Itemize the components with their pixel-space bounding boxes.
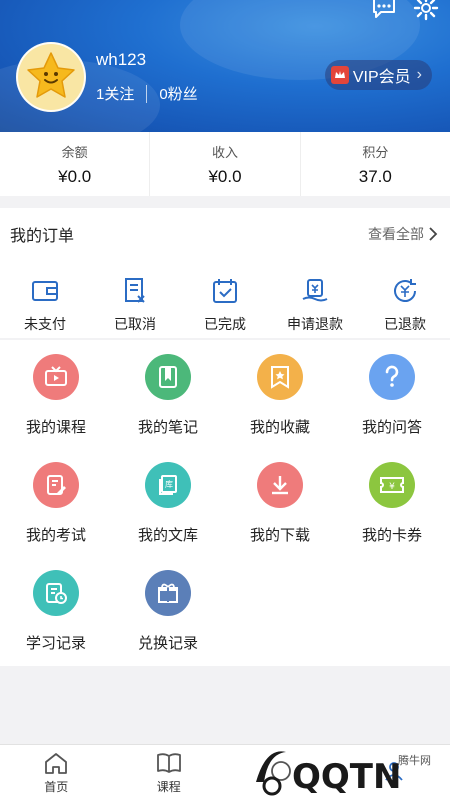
watermark-small-text: 腾牛网 xyxy=(398,755,431,767)
grid-item-my-library[interactable]: 库 我的文库 xyxy=(112,462,224,545)
chevron-right-icon xyxy=(429,227,438,241)
order-label: 已退款 xyxy=(384,316,426,332)
fans-count[interactable]: 0粉丝 xyxy=(159,83,197,104)
username: wh123 xyxy=(96,50,147,69)
grid-item-my-exams[interactable]: 我的考试 xyxy=(0,462,112,545)
download-icon xyxy=(257,462,303,508)
grid-item-my-favorites[interactable]: 我的收藏 xyxy=(224,354,336,437)
orders-title: 我的订单 xyxy=(10,228,75,245)
cancelled-icon xyxy=(120,276,150,306)
order-refunded[interactable]: 已退款 xyxy=(360,276,450,334)
refunded-icon xyxy=(390,276,420,306)
stat-label: 收入 xyxy=(211,144,238,160)
nav-home[interactable]: 首页 xyxy=(0,745,113,800)
gift-icon xyxy=(145,570,191,616)
stat-value: ¥0.0 xyxy=(208,166,242,186)
order-label: 申请退款 xyxy=(287,316,343,332)
orders-header: 我的订单 查看全部 xyxy=(0,208,450,260)
grid-label: 我的卡券 xyxy=(361,527,422,544)
stat-label: 积分 xyxy=(362,144,389,160)
order-cancelled[interactable]: 已取消 xyxy=(90,276,180,334)
order-completed[interactable]: 已完成 xyxy=(180,276,270,334)
notes-icon xyxy=(145,354,191,400)
header-actions xyxy=(370,0,440,22)
exam-icon xyxy=(33,462,79,508)
wallet-icon xyxy=(30,276,60,306)
grid-label: 我的下载 xyxy=(249,527,310,544)
discover-icon xyxy=(267,759,295,783)
star-avatar-icon xyxy=(27,52,75,98)
avatar[interactable] xyxy=(16,42,86,112)
order-unpaid[interactable]: 未支付 xyxy=(0,276,90,334)
stat-points[interactable]: 积分 37.0 xyxy=(301,132,450,196)
completed-icon xyxy=(210,276,240,306)
book-icon xyxy=(155,751,183,775)
grid-label: 兑换记录 xyxy=(137,635,198,652)
question-icon xyxy=(369,354,415,400)
order-status-row: 未支付 已取消 已完成 申请退款 已退款 xyxy=(0,260,450,334)
stat-value: ¥0.0 xyxy=(58,166,92,186)
vip-label: VIP会员 xyxy=(352,69,411,86)
grid-label: 我的文库 xyxy=(137,527,198,544)
stat-income[interactable]: 收入 ¥0.0 xyxy=(150,132,301,196)
bottom-navigation: 首页 课程 xyxy=(0,744,450,800)
stat-balance[interactable]: 余额 ¥0.0 xyxy=(0,132,151,196)
divider xyxy=(146,84,148,103)
svg-text:¥: ¥ xyxy=(389,482,395,492)
stat-label: 余额 xyxy=(61,144,88,160)
profile-header: wh123 1关注 0粉丝 VIP会员 › xyxy=(0,0,450,132)
grid-item-my-coupons[interactable]: ¥ 我的卡券 xyxy=(336,462,448,545)
grid-item-redeem-records[interactable]: 兑换记录 xyxy=(112,570,224,653)
grid-item-my-courses[interactable]: 我的课程 xyxy=(0,354,112,437)
grid-item-my-notes[interactable]: 我的笔记 xyxy=(112,354,224,437)
message-icon[interactable] xyxy=(370,0,398,22)
account-stats: 余额 ¥0.0 收入 ¥0.0 积分 37.0 xyxy=(0,132,450,196)
following-count[interactable]: 1关注 xyxy=(96,83,134,104)
grid-item-study-records[interactable]: 学习记录 xyxy=(0,570,112,653)
library-icon: 库 xyxy=(145,462,191,508)
grid-label: 学习记录 xyxy=(25,635,86,652)
coupon-icon: ¥ xyxy=(369,462,415,508)
settings-gear-icon[interactable] xyxy=(412,0,440,22)
grid-item-my-downloads[interactable]: 我的下载 xyxy=(224,462,336,545)
vip-badge-icon xyxy=(330,66,349,84)
my-orders-section: 我的订单 查看全部 未支付 已取消 已完成 申请退款 已退款 xyxy=(0,208,450,338)
nav-discover[interactable] xyxy=(225,745,338,800)
course-icon xyxy=(33,354,79,400)
study-record-icon xyxy=(33,570,79,616)
nav-label: 课程 xyxy=(156,779,181,794)
order-label: 已取消 xyxy=(114,316,156,332)
order-label: 未支付 xyxy=(24,316,66,332)
grid-item-my-qa[interactable]: 我的问答 xyxy=(336,354,448,437)
order-refund-request[interactable]: 申请退款 xyxy=(270,276,360,334)
view-all-label: 查看全部 xyxy=(368,226,424,242)
nav-label: 首页 xyxy=(44,779,69,794)
grid-label: 我的课程 xyxy=(25,419,86,436)
refund-request-icon xyxy=(300,276,330,306)
chevron-right-icon: › xyxy=(416,66,422,83)
grid-label: 我的笔记 xyxy=(137,419,198,436)
stat-value: 37.0 xyxy=(358,166,392,186)
grid-label: 我的考试 xyxy=(25,527,86,544)
grid-label: 我的问答 xyxy=(361,419,422,436)
follow-stats: 1关注 0粉丝 xyxy=(96,83,198,104)
home-icon xyxy=(42,751,70,775)
svg-text:库: 库 xyxy=(165,479,173,489)
favorites-icon xyxy=(257,354,303,400)
grid-label: 我的收藏 xyxy=(249,419,310,436)
nav-profile[interactable] xyxy=(338,745,450,800)
nav-courses[interactable]: 课程 xyxy=(113,745,226,800)
view-all-orders-link[interactable]: 查看全部 xyxy=(368,224,438,244)
order-label: 已完成 xyxy=(204,316,246,332)
feature-grid: 我的课程 我的笔记 我的收藏 我的问答 我的考试 库 我的文库 我的下载 ¥ 我… xyxy=(0,340,450,666)
vip-button[interactable]: VIP会员 › xyxy=(324,60,432,90)
